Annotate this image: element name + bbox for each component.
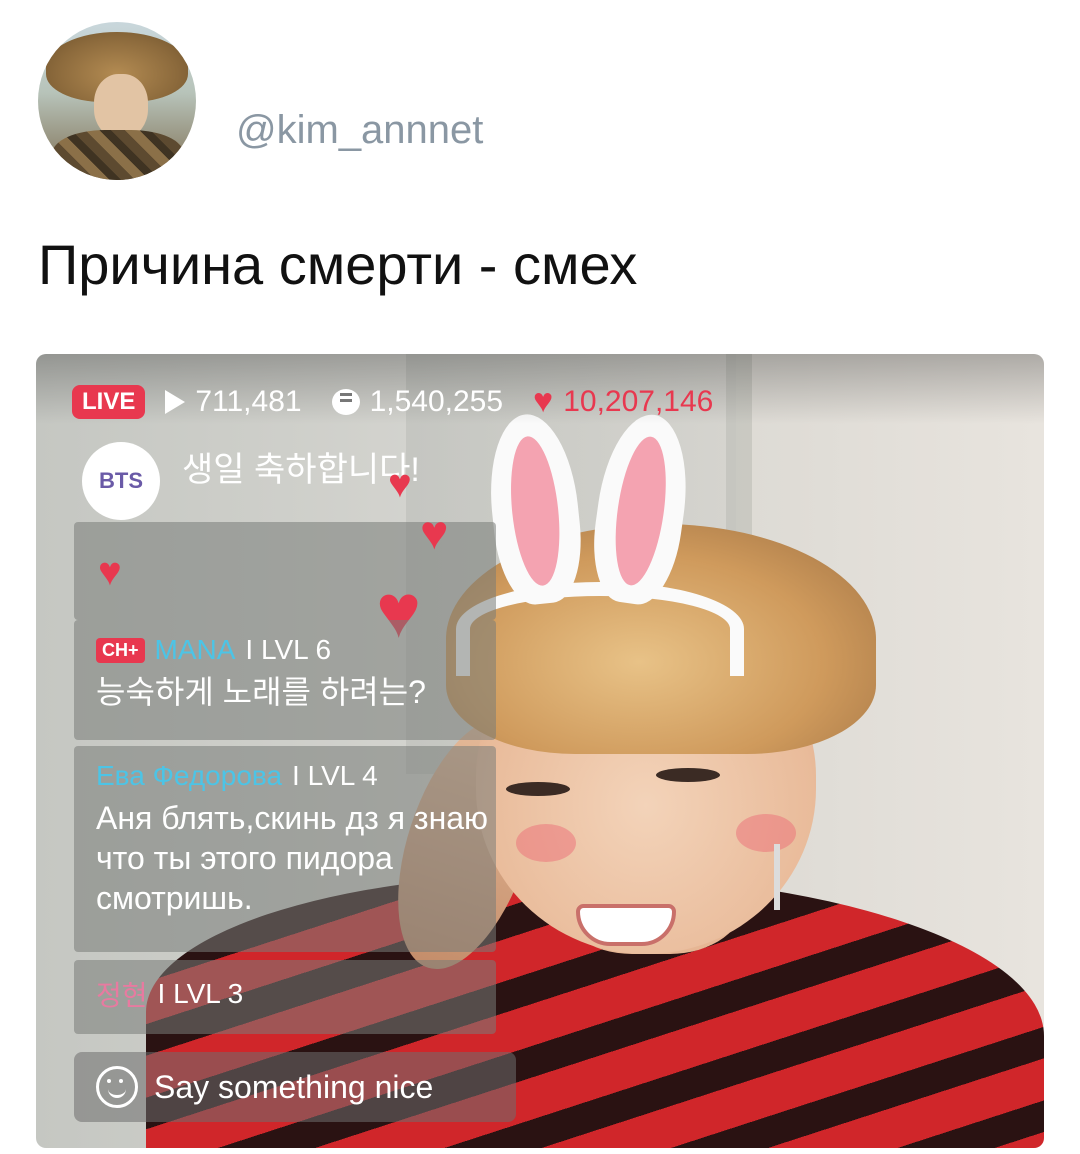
- floating-heart-icon: ♥: [420, 507, 449, 560]
- chat-username[interactable]: Ева Федорова: [96, 760, 282, 792]
- heart-icon: ♥: [98, 550, 122, 594]
- comment-input[interactable]: Say something nice: [74, 1052, 516, 1122]
- channel-logo[interactable]: BTS: [82, 442, 160, 520]
- left-eye: [506, 782, 570, 796]
- right-eye: [656, 768, 720, 782]
- chat-level: I LVL 6: [245, 634, 332, 665]
- channel-plus-badge: CH+: [96, 637, 145, 663]
- comment-count: 1,540,255: [369, 384, 504, 418]
- left-cheek: [516, 824, 576, 862]
- chat-text: Аня блять,скинь дз я знаю что ты этого п…: [96, 800, 489, 916]
- right-cheek: [736, 814, 796, 852]
- live-video-screenshot: LIVE 711,481 1,540,255 ♥ 10,207,146 BTS …: [36, 354, 1044, 1148]
- chat-level: I LVL 3: [157, 978, 244, 1009]
- bunny-headband: [456, 582, 744, 676]
- avatar-shirt: [52, 130, 184, 180]
- chat-message: Ева Федорова I LVL 4 Аня блять,скинь дз …: [74, 746, 496, 952]
- heart-count: 10,207,146: [563, 384, 714, 418]
- chat-level: I LVL 4: [292, 760, 378, 791]
- smile: [576, 904, 676, 946]
- chat-message: CH+ MANA I LVL 6 능숙하게 노래를 하려는?: [74, 620, 496, 740]
- comment-icon: [331, 388, 360, 415]
- username[interactable]: @kim_annnet: [236, 108, 483, 153]
- live-stats: LIVE 711,481 1,540,255 ♥ 10,207,146: [72, 382, 713, 421]
- avatar-face: [94, 74, 148, 138]
- heart-icon: ♥: [533, 382, 554, 420]
- play-count: 711,481: [195, 384, 302, 418]
- post-text: Причина смерти - смех: [38, 233, 638, 296]
- play-icon: [165, 389, 186, 414]
- chat-message: 정현 I LVL 3: [74, 960, 496, 1034]
- chat-text: 능숙하게 노래를 하려는?: [96, 674, 426, 710]
- live-badge: LIVE: [72, 384, 146, 419]
- chat-username[interactable]: MANA: [155, 634, 236, 666]
- comment-placeholder: Say something nice: [154, 1068, 434, 1105]
- chat-username[interactable]: 정현: [96, 974, 148, 1014]
- floating-heart-icon: ♥: [388, 462, 412, 506]
- channel-message: 생일 축하합니다!: [182, 451, 420, 489]
- emoji-icon[interactable]: [96, 1066, 138, 1108]
- profile-avatar[interactable]: [38, 22, 196, 180]
- earring: [774, 844, 780, 910]
